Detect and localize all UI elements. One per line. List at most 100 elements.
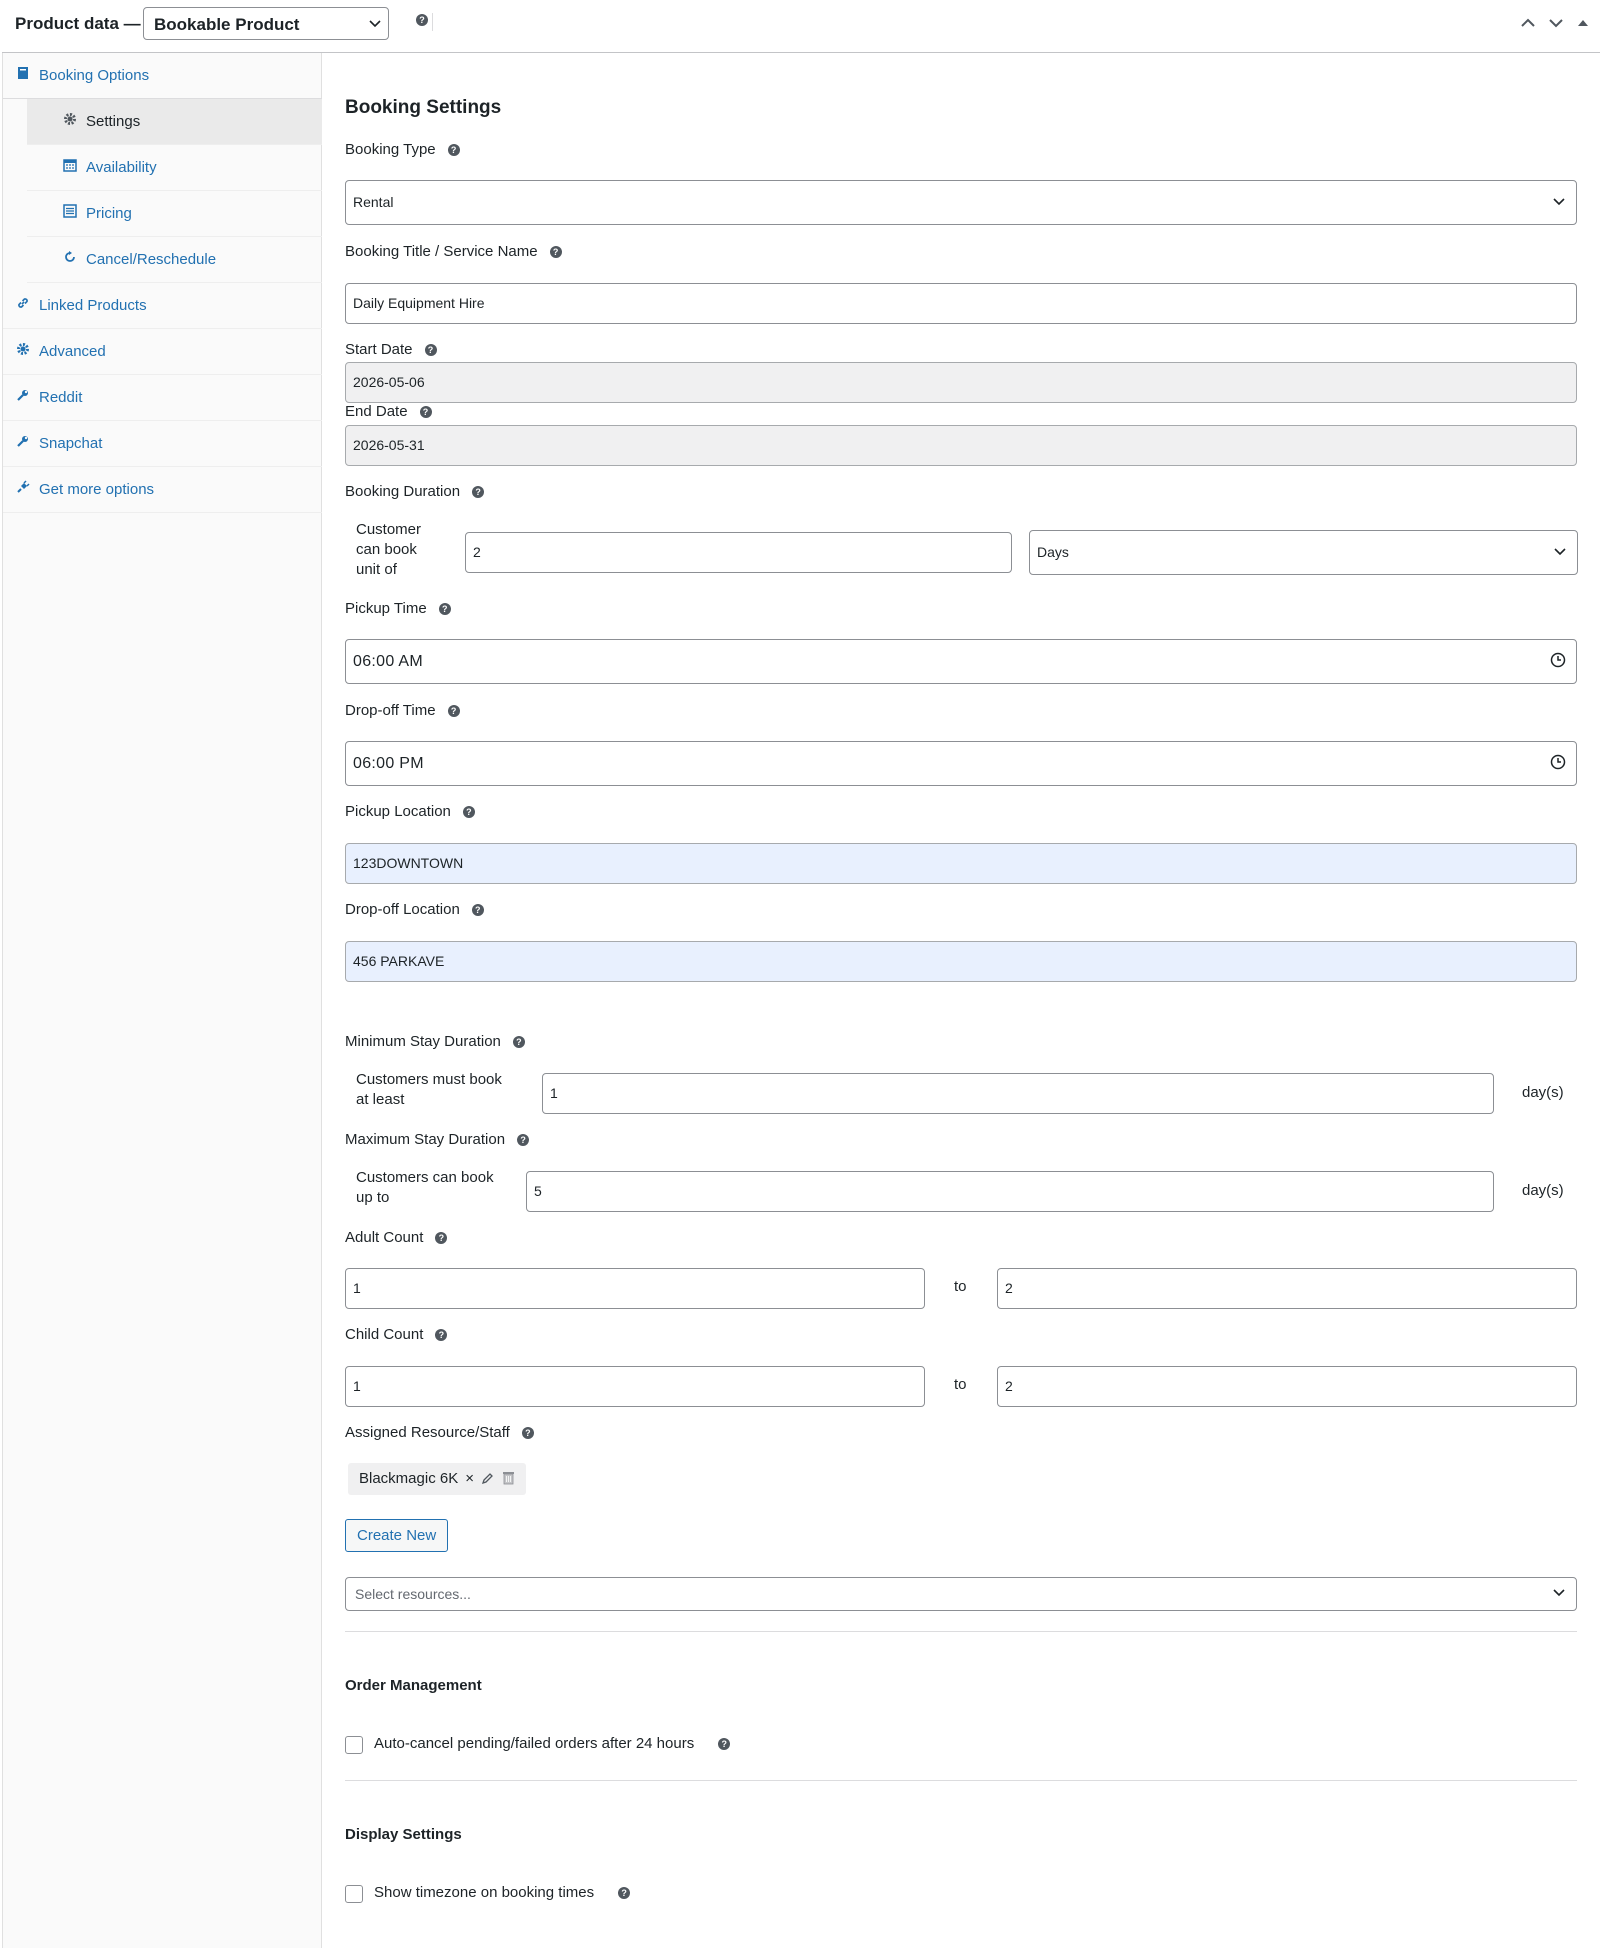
auto-cancel-checkbox[interactable] xyxy=(345,1736,363,1754)
adult-count-min-input[interactable]: 1 xyxy=(345,1268,925,1309)
booking-type-select[interactable]: Rental xyxy=(345,180,1577,225)
child-count-to: to xyxy=(954,1376,967,1393)
child-count-max-input[interactable]: 2 xyxy=(997,1366,1577,1407)
booking-duration-input[interactable]: 2 xyxy=(465,532,1012,573)
show-timezone-checkbox[interactable] xyxy=(345,1885,363,1903)
start-date-label: Start Date? xyxy=(345,341,437,358)
chevron-up-icon[interactable] xyxy=(1520,13,1536,33)
collapse-toggle-icon[interactable] xyxy=(1577,13,1589,33)
help-icon[interactable]: ? xyxy=(718,1738,731,1750)
display-settings-title: Display Settings xyxy=(345,1826,462,1843)
help-icon[interactable]: ? xyxy=(472,486,485,498)
dropoff-location-input[interactable]: 456 PARKAVE xyxy=(345,941,1577,982)
wrench-icon xyxy=(17,436,28,447)
select-resources-dropdown[interactable]: Select resources... xyxy=(345,1577,1577,1611)
tab-label: Pricing xyxy=(86,205,132,222)
help-icon[interactable]: ? xyxy=(471,904,484,916)
tab-label: Settings xyxy=(86,113,141,130)
help-icon[interactable]: ? xyxy=(462,806,475,818)
pickup-time-input[interactable]: 06:00 AM xyxy=(345,639,1577,684)
min-stay-label: Minimum Stay Duration? xyxy=(345,1033,525,1050)
book-icon xyxy=(18,67,28,79)
pickup-location-label: Pickup Location? xyxy=(345,803,475,820)
adult-count-max-input[interactable]: 2 xyxy=(997,1268,1577,1309)
pickup-time-value: 06:00 AM xyxy=(353,653,424,670)
clock-icon[interactable] xyxy=(1550,754,1566,770)
divider xyxy=(345,1631,1577,1632)
booking-duration-unit-select[interactable]: Days xyxy=(1029,530,1578,575)
tab-booking-options[interactable]: Booking Options xyxy=(3,53,322,99)
child-count-label: Child Count? xyxy=(345,1326,448,1343)
trash-icon[interactable] xyxy=(501,1470,516,1485)
tab-advanced[interactable]: Advanced xyxy=(3,329,322,375)
wrench-icon xyxy=(17,390,28,401)
child-count-min-input[interactable]: 1 xyxy=(345,1366,925,1407)
booking-title-input[interactable]: Daily Equipment Hire xyxy=(345,283,1577,324)
resource-chip-label: Blackmagic 6K xyxy=(359,1470,459,1487)
chevron-down-icon xyxy=(1553,1589,1565,1597)
booking-duration-sublabel: Customer can book unit of xyxy=(356,521,422,578)
help-icon[interactable]: ? xyxy=(416,14,428,26)
tab-label: Snapchat xyxy=(39,435,103,452)
help-icon[interactable]: ? xyxy=(549,246,562,258)
clock-icon[interactable] xyxy=(1550,652,1566,668)
adult-count-label: Adult Count? xyxy=(345,1229,448,1246)
max-stay-label: Maximum Stay Duration? xyxy=(345,1131,530,1148)
pickup-location-input[interactable]: 123DOWNTOWN xyxy=(345,843,1577,884)
min-stay-unit: day(s) xyxy=(1522,1084,1564,1101)
help-icon[interactable]: ? xyxy=(435,1232,448,1244)
tab-label: Cancel/Reschedule xyxy=(86,251,217,268)
help-icon[interactable]: ? xyxy=(447,705,460,717)
help-icon[interactable]: ? xyxy=(517,1134,530,1146)
remove-resource-button[interactable]: × xyxy=(465,1470,474,1487)
refresh-icon xyxy=(65,251,75,262)
tab-snapchat[interactable]: Snapchat xyxy=(3,421,322,467)
booking-title-label: Booking Title / Service Name? xyxy=(345,243,562,260)
chevron-down-icon[interactable] xyxy=(1548,13,1564,33)
tab-get-more-options[interactable]: Get more options xyxy=(3,467,322,513)
product-data-header: Product data — Bookable Product ? xyxy=(2,0,1600,53)
booking-duration-label: Booking Duration? xyxy=(345,483,485,500)
tab-pricing[interactable]: Pricing xyxy=(27,191,322,237)
help-icon[interactable]: ? xyxy=(438,603,451,615)
gear-icon xyxy=(64,113,76,125)
help-icon[interactable]: ? xyxy=(521,1427,534,1439)
help-icon[interactable]: ? xyxy=(447,144,460,156)
create-new-resource-button[interactable]: Create New xyxy=(345,1519,449,1552)
help-icon[interactable]: ? xyxy=(435,1329,448,1341)
end-date-input[interactable]: 2026-05-31 xyxy=(345,425,1577,466)
end-date-label: End Date? xyxy=(345,403,432,420)
help-icon[interactable]: ? xyxy=(424,344,437,356)
tab-availability[interactable]: Availability xyxy=(27,145,322,191)
resource-chip: Blackmagic 6K × xyxy=(348,1463,527,1495)
product-type-select[interactable]: Bookable Product xyxy=(143,7,389,40)
tab-label: Get more options xyxy=(39,481,155,498)
tab-reddit[interactable]: Reddit xyxy=(3,375,322,421)
header-divider xyxy=(432,13,433,31)
tab-cancel-reschedule[interactable]: Cancel/Reschedule xyxy=(27,237,322,283)
max-stay-sublabel: Customers can book up to xyxy=(356,1169,494,1206)
help-icon[interactable]: ? xyxy=(618,1887,631,1899)
min-stay-input[interactable]: 1 xyxy=(542,1073,1494,1114)
divider xyxy=(345,1780,1577,1781)
chevron-down-icon xyxy=(369,20,381,28)
tab-settings[interactable]: Settings xyxy=(27,99,322,145)
pencil-icon[interactable] xyxy=(481,1472,494,1485)
tab-label: Availability xyxy=(86,159,157,176)
dropoff-time-value: 06:00 PM xyxy=(353,755,424,772)
link-icon xyxy=(18,298,28,308)
gear-icon xyxy=(17,343,29,355)
chevron-down-icon xyxy=(1554,548,1566,556)
dropoff-time-label: Drop-off Time? xyxy=(345,702,460,719)
dropoff-time-input[interactable]: 06:00 PM xyxy=(345,741,1577,786)
max-stay-input[interactable]: 5 xyxy=(526,1171,1494,1212)
help-icon[interactable]: ? xyxy=(419,406,432,418)
duration-unit-value: Days xyxy=(1037,544,1069,560)
plugin-icon xyxy=(17,480,30,493)
product-type-value: Bookable Product xyxy=(154,15,300,34)
start-date-input[interactable]: 2026-05-06 xyxy=(345,362,1577,403)
tab-linked-products[interactable]: Linked Products xyxy=(3,283,322,329)
tab-label: Linked Products xyxy=(39,297,147,314)
product-data-tabs: Booking Options Settings Availability Pr… xyxy=(2,53,322,1948)
help-icon[interactable]: ? xyxy=(512,1036,525,1048)
